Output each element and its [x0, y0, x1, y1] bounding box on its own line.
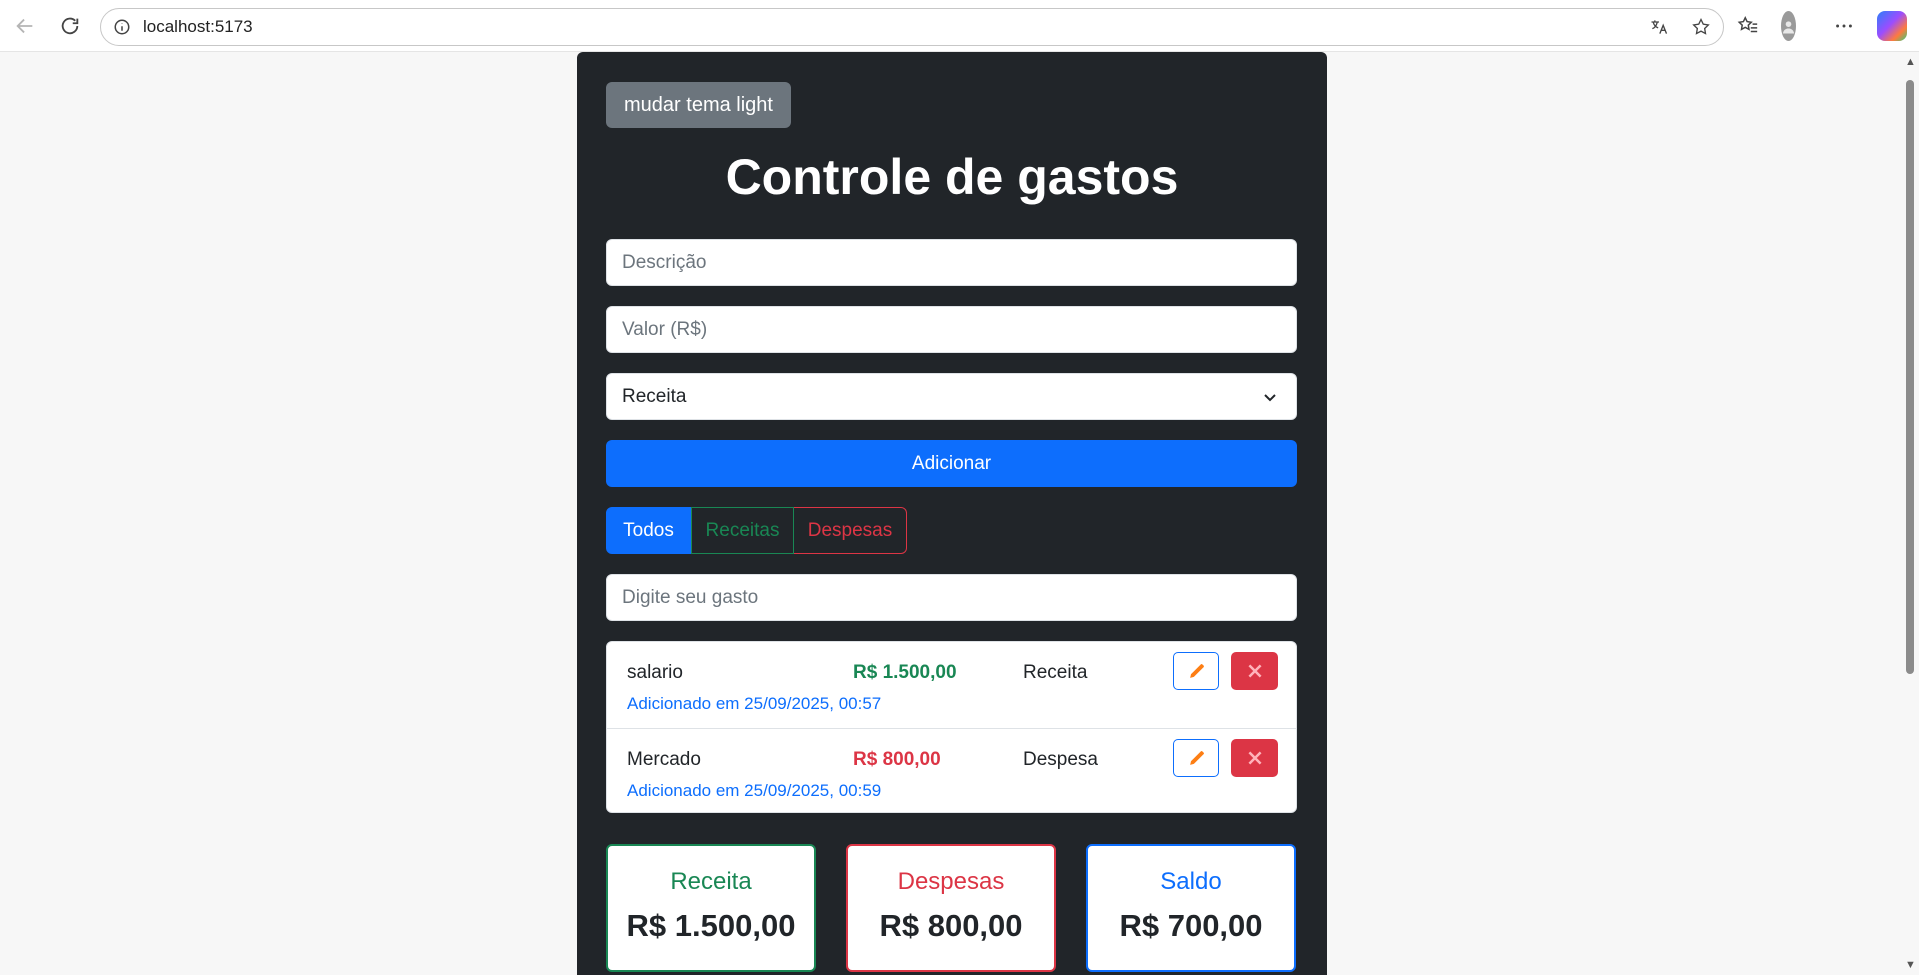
- chevron-down-icon: [1264, 393, 1276, 401]
- address-bar[interactable]: localhost:5173: [100, 8, 1724, 46]
- add-button[interactable]: Adicionar: [606, 440, 1297, 487]
- expense-tracker-card: mudar tema light Controle de gastos Rece…: [577, 52, 1327, 975]
- description-input[interactable]: [606, 239, 1297, 286]
- balance-summary-card: Saldo R$ 700,00: [1086, 844, 1296, 972]
- value-input[interactable]: [606, 306, 1297, 353]
- page-scrollbar[interactable]: ▲ ▼: [1901, 52, 1919, 975]
- expenses-summary-card: Despesas R$ 800,00: [846, 844, 1056, 972]
- profile-avatar[interactable]: [1781, 11, 1811, 41]
- copilot-icon[interactable]: [1877, 11, 1907, 41]
- transaction-value: R$ 800,00: [853, 749, 941, 770]
- page-title: Controle de gastos: [725, 149, 1179, 205]
- transaction-date: Adicionado em 25/09/2025, 00:59: [627, 781, 882, 800]
- pencil-icon: [1189, 750, 1204, 765]
- url-text[interactable]: localhost:5173: [143, 17, 253, 37]
- transaction-list: salario R$ 1.500,00 Receita Adicionado e…: [606, 641, 1297, 813]
- delete-button[interactable]: [1231, 739, 1278, 777]
- filter-expenses-button[interactable]: Despesas: [794, 507, 907, 554]
- list-item: salario R$ 1.500,00 Receita Adicionado e…: [607, 642, 1296, 728]
- scrollbar-thumb[interactable]: [1906, 80, 1914, 674]
- filter-button-group: Todos Receitas Despesas: [606, 507, 907, 554]
- filter-income-button[interactable]: Receitas: [691, 507, 794, 554]
- income-summary-label: Receita: [670, 868, 752, 895]
- edit-button[interactable]: [1173, 739, 1219, 777]
- income-summary-card: Receita R$ 1.500,00: [606, 844, 816, 972]
- type-select[interactable]: Receita: [606, 373, 1297, 420]
- list-item: Mercado R$ 800,00 Despesa Adicionado em …: [607, 728, 1296, 814]
- more-options-icon[interactable]: [1829, 11, 1859, 41]
- transaction-description: Mercado: [627, 749, 701, 770]
- transaction-type: Receita: [1023, 662, 1088, 683]
- transaction-value: R$ 1.500,00: [853, 662, 957, 683]
- scroll-up-icon[interactable]: ▲: [1905, 56, 1916, 68]
- balance-summary-value: R$ 700,00: [1119, 908, 1263, 943]
- site-info-icon[interactable]: [113, 18, 131, 36]
- income-summary-value: R$ 1.500,00: [626, 908, 796, 943]
- balance-summary-label: Saldo: [1160, 868, 1222, 895]
- pencil-icon: [1189, 663, 1204, 678]
- transaction-description: salario: [627, 662, 683, 683]
- filter-all-button[interactable]: Todos: [606, 507, 691, 554]
- browser-toolbar: localhost:5173: [0, 0, 1919, 52]
- notification-dot-icon: [1796, 11, 1811, 41]
- reload-icon[interactable]: [55, 11, 85, 41]
- back-icon[interactable]: [10, 11, 40, 41]
- type-select-value: Receita: [622, 385, 687, 407]
- expenses-summary-label: Despesas: [897, 868, 1005, 895]
- transaction-date: Adicionado em 25/09/2025, 00:57: [627, 694, 882, 713]
- expenses-summary-value: R$ 800,00: [879, 908, 1023, 943]
- avatar[interactable]: [1781, 11, 1796, 41]
- close-icon: [1247, 664, 1262, 678]
- search-input[interactable]: [606, 574, 1297, 621]
- transaction-type: Despesa: [1023, 749, 1098, 770]
- scroll-down-icon[interactable]: ▼: [1905, 959, 1916, 971]
- favorite-star-icon[interactable]: [1689, 15, 1713, 39]
- translate-icon[interactable]: [1647, 15, 1671, 39]
- edit-button[interactable]: [1173, 652, 1219, 690]
- favorites-icon[interactable]: [1733, 11, 1763, 41]
- theme-toggle-button[interactable]: mudar tema light: [606, 82, 791, 128]
- close-icon: [1247, 751, 1262, 765]
- delete-button[interactable]: [1231, 652, 1278, 690]
